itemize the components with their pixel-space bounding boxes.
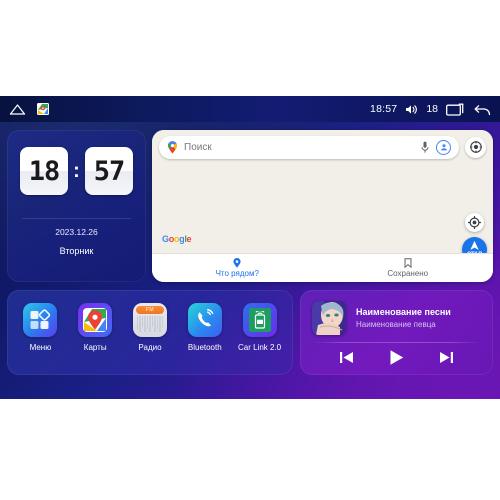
search-placeholder-text: Поиск xyxy=(184,141,212,153)
map-pin-icon xyxy=(233,258,241,268)
previous-track-button[interactable] xyxy=(338,349,355,366)
music-text-block: Наименование песни Наименование певца xyxy=(356,307,451,329)
map-tab-nearby-label: Что рядом? xyxy=(215,269,259,278)
clock-weekday: Вторник xyxy=(59,246,94,256)
app-radio-label: Радио xyxy=(138,343,162,352)
app-maps[interactable]: Карты xyxy=(70,303,120,352)
skip-previous-icon xyxy=(340,352,353,363)
music-track-info: Наименование песни Наименование певца xyxy=(312,301,451,335)
search-input[interactable]: Поиск xyxy=(159,135,459,159)
music-player-widget: Наименование песни Наименование певца xyxy=(300,290,493,375)
map-search-row: Поиск xyxy=(152,130,493,164)
navigate-icon xyxy=(470,240,479,250)
microphone-icon[interactable] xyxy=(421,141,429,153)
flip-clock: 18 : 57 xyxy=(20,147,133,195)
status-bar-left xyxy=(9,103,49,115)
app-menu-label: Меню xyxy=(29,343,52,352)
recents-icon[interactable] xyxy=(446,103,465,116)
fm-radio-icon[interactable]: FM xyxy=(132,303,167,337)
app-menu[interactable]: Меню xyxy=(15,303,65,352)
map-tab-saved-label: Сохранено xyxy=(387,269,429,278)
music-artist: Наименование певца xyxy=(356,320,436,329)
map-tab-nearby[interactable]: Что рядом? xyxy=(152,254,323,282)
app-radio[interactable]: FM Радио xyxy=(125,303,175,352)
my-location-icon[interactable] xyxy=(465,213,484,232)
map-layers-icon[interactable] xyxy=(465,136,486,158)
google-logo: Google xyxy=(162,234,192,244)
app-dock-widget: Меню Карты FM Радио Bluetooth Car Link 2… xyxy=(7,290,293,375)
app-car-link-label: Car Link 2.0 xyxy=(238,343,282,352)
next-track-button[interactable] xyxy=(438,349,455,366)
back-icon[interactable] xyxy=(473,103,491,116)
grid-apps-icon[interactable] xyxy=(23,303,58,337)
music-title: Наименование песни xyxy=(356,307,451,317)
app-bluetooth-label: Bluetooth xyxy=(187,343,222,352)
google-maps-icon[interactable] xyxy=(37,103,49,115)
status-bar: 18:57 18 xyxy=(0,96,500,122)
account-avatar-icon[interactable] xyxy=(436,139,451,155)
app-list: Меню Карты FM Радио Bluetooth Car Link 2… xyxy=(7,303,293,352)
google-maps-icon[interactable] xyxy=(78,303,113,337)
clock-separator: : xyxy=(73,160,80,182)
launcher-screen: 18:57 18 18: 57 2023.12.26 Вторник Поис… xyxy=(0,96,500,399)
volume-icon[interactable] xyxy=(405,104,418,115)
app-bluetooth[interactable]: Bluetooth xyxy=(180,303,230,352)
clock-minutes-card: 57 xyxy=(85,147,133,195)
app-car-link[interactable]: Car Link 2.0 xyxy=(235,303,285,352)
map-pin-icon xyxy=(167,140,178,154)
bookmark-icon xyxy=(404,258,412,269)
album-art xyxy=(312,301,346,335)
map-bottom-bar: Что рядом? Сохранено xyxy=(152,253,493,282)
music-controls xyxy=(300,348,493,367)
bluetooth-phone-icon[interactable] xyxy=(187,303,222,337)
play-button[interactable] xyxy=(387,348,406,367)
clock-hours-card: 18 xyxy=(20,147,68,195)
clock-widget[interactable]: 18 : 57 2023.12.26 Вторник xyxy=(7,130,146,282)
play-icon xyxy=(390,350,404,365)
status-bar-right: 18:57 18 xyxy=(370,103,491,116)
clock-hours: 18 xyxy=(28,155,61,187)
map-tab-saved[interactable]: Сохранено xyxy=(323,254,494,282)
skip-next-icon xyxy=(440,352,453,363)
volume-level: 18 xyxy=(426,103,438,115)
status-time: 18:57 xyxy=(370,103,398,115)
clock-minutes: 57 xyxy=(93,155,126,187)
home-icon[interactable] xyxy=(9,103,26,115)
music-divider xyxy=(312,342,481,343)
app-maps-label: Карты xyxy=(83,343,107,352)
clock-divider xyxy=(22,218,131,219)
clock-date: 2023.12.26 xyxy=(55,227,98,237)
car-link-icon[interactable] xyxy=(242,303,277,337)
google-maps-widget[interactable]: Поиск Google Что рядом? Сохранено xyxy=(152,130,493,282)
